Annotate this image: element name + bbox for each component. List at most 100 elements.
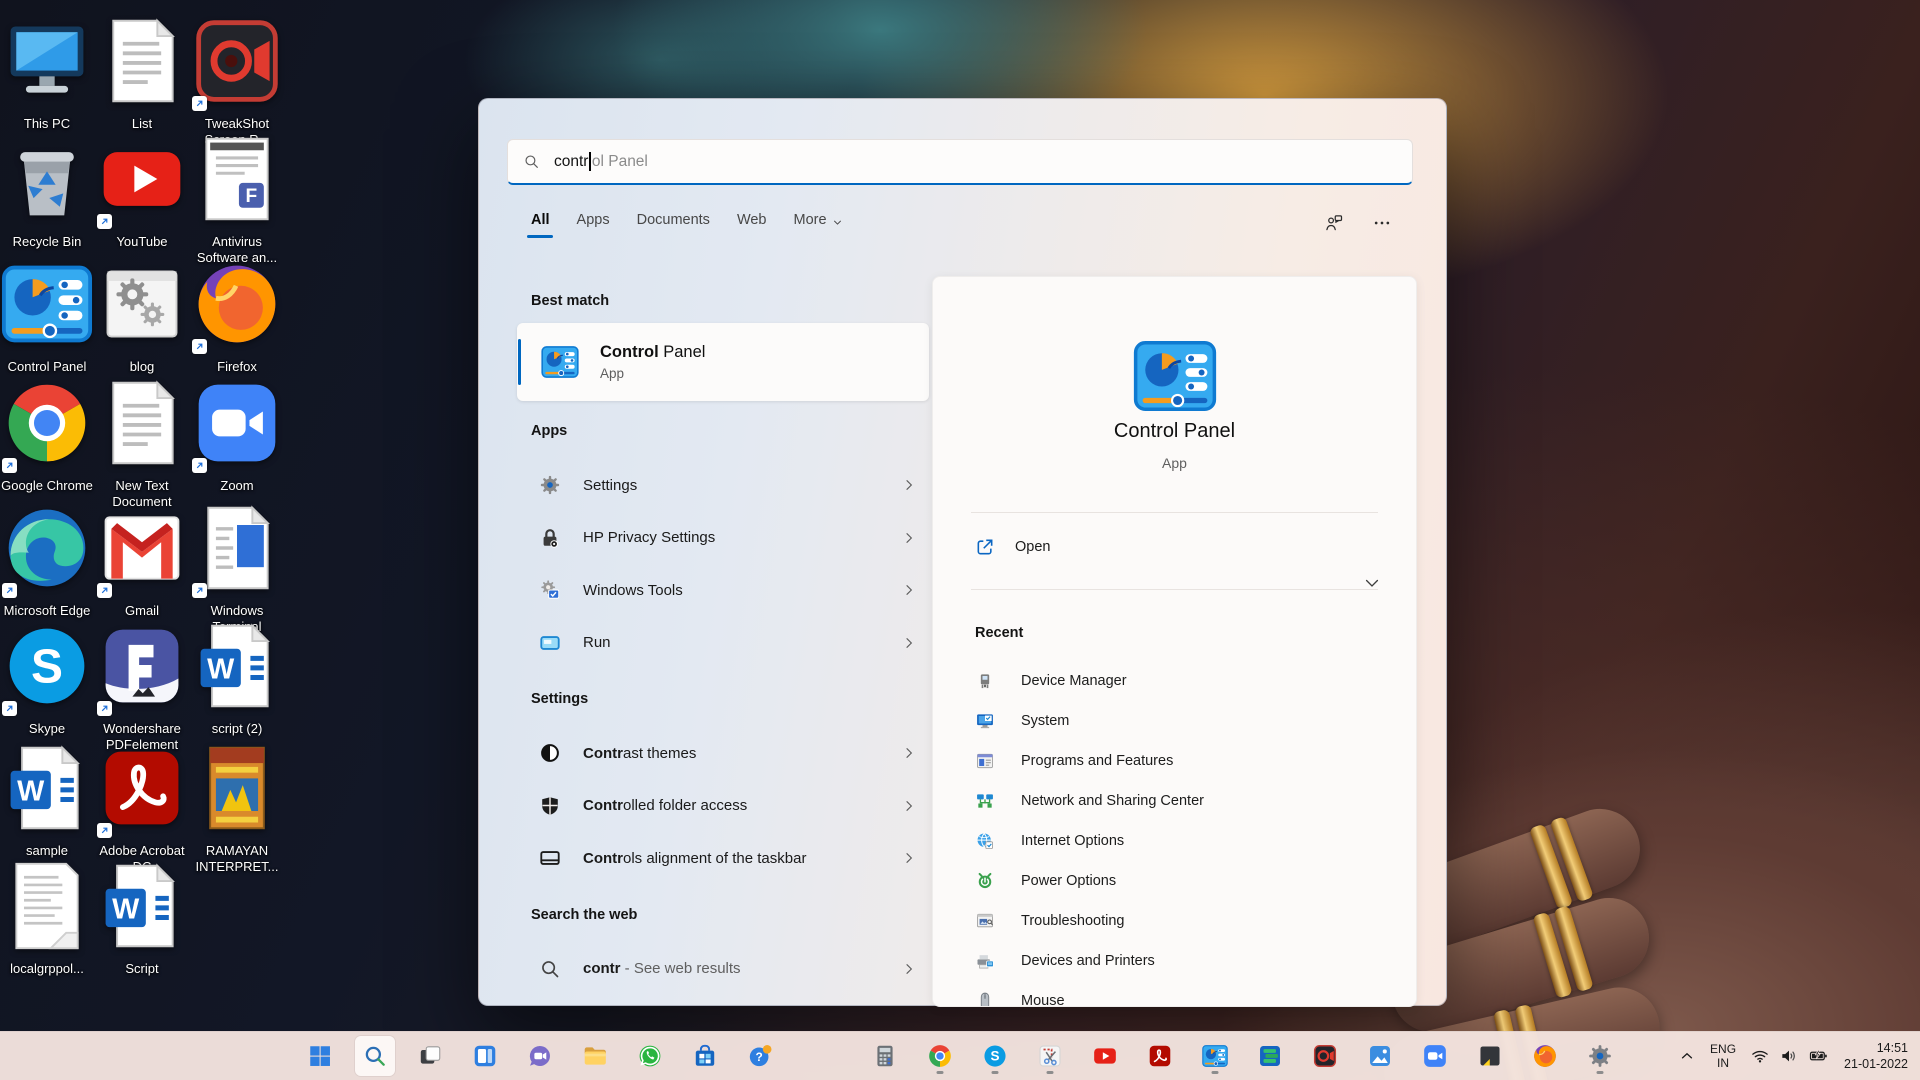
desktop-icon-youtube[interactable]: YouTube [96, 133, 188, 250]
mouse-icon [975, 991, 995, 1006]
desktop-icon-firefox[interactable]: Firefox [191, 258, 283, 375]
result-controlled-folder-access[interactable]: Controlled folder access [517, 780, 929, 833]
recent-item-programs-and-features[interactable]: Programs and Features [933, 741, 1416, 781]
taskbar-chrome-button[interactable] [920, 1036, 960, 1076]
desktop-icon-gears-window[interactable]: blog [96, 258, 188, 375]
chevron-right-icon [901, 745, 917, 761]
taskbar-whatsapp-button[interactable] [630, 1036, 670, 1076]
desktop-icon-chrome[interactable]: Google Chrome [1, 377, 93, 494]
shield-icon [539, 795, 561, 817]
language-indicator[interactable]: ENG IN [1708, 1042, 1738, 1070]
this-pc-icon [1, 26, 93, 111]
taskbar-snipping-tool-button[interactable] [1030, 1036, 1070, 1076]
result-controls-alignment-of-the-taskbar[interactable]: Controls alignment of the taskbar [517, 832, 929, 885]
system-tray-icons[interactable] [1750, 1046, 1828, 1066]
desktop-icon-this-pc[interactable]: This PC [1, 15, 93, 132]
result-run[interactable]: Run [517, 617, 929, 670]
desktop-icon-label: Control Panel [7, 359, 87, 374]
shortcut-arrow-icon [97, 701, 112, 716]
taskbar-start-button[interactable] [300, 1036, 340, 1076]
result-settings[interactable]: Settings [517, 459, 929, 512]
taskbar-skype-button[interactable]: S [975, 1036, 1015, 1076]
chevron-down-icon[interactable] [1362, 573, 1382, 593]
recent-item-system[interactable]: System [933, 701, 1416, 741]
desktop-icon-doc[interactable]: New Text Document [96, 377, 188, 510]
calculator-icon [872, 1043, 898, 1069]
taskbar-task-view-button[interactable] [410, 1036, 450, 1076]
desktop-icon-doc[interactable]: List [96, 15, 188, 132]
desktop-icon-edge[interactable]: Microsoft Edge [1, 502, 93, 619]
more-options-icon[interactable] [1372, 213, 1392, 233]
taskbar-tweakshot-button[interactable] [1305, 1036, 1345, 1076]
desktop-icon-control-panel[interactable]: Control Panel [1, 258, 93, 375]
desktop-icon-recycle-bin[interactable]: Recycle Bin [1, 133, 93, 250]
search-query-suggestion: ol Panel [591, 152, 648, 170]
taskbar-acrobat-button[interactable] [1140, 1036, 1180, 1076]
section-header: Settings [531, 691, 589, 707]
tab-web[interactable]: Web [737, 212, 767, 238]
recent-item-devices-and-printers[interactable]: Devices and Printers [933, 941, 1416, 981]
volume-icon[interactable] [1779, 1046, 1799, 1066]
desktop-icon-skype[interactable]: S Skype [1, 620, 93, 737]
result-contr-see-web-results[interactable]: contr - See web results [517, 943, 929, 996]
recent-item-mouse[interactable]: Mouse [933, 981, 1416, 1006]
desktop-icon-terminal[interactable]: Windows Terminal [191, 502, 283, 635]
result-contrast-themes[interactable]: Contrast themes [517, 727, 929, 780]
txtfile-icon [1, 862, 93, 956]
tab-all[interactable]: All [531, 212, 550, 238]
recent-item-troubleshooting[interactable]: Troubleshooting [933, 901, 1416, 941]
taskbar-chat-button[interactable] [520, 1036, 560, 1076]
desktop-icon-label: sample [26, 843, 68, 858]
recent-item-device-manager[interactable]: Device Manager [933, 661, 1416, 701]
shortcut-arrow-icon [2, 458, 17, 473]
desktop-icon-zoom[interactable]: Zoom [191, 377, 283, 494]
taskbar-youtube-button[interactable] [1085, 1036, 1125, 1076]
search-input[interactable]: contr ol Panel [507, 139, 1413, 185]
result-windows-tools[interactable]: Windows Tools [517, 564, 929, 617]
svg-text:S: S [990, 1049, 999, 1064]
wifi-icon[interactable] [1750, 1046, 1770, 1066]
settings-gear-icon [539, 474, 561, 496]
taskbar-sticky-notes-button[interactable] [1470, 1036, 1510, 1076]
taskbar-file-explorer-button[interactable] [575, 1036, 615, 1076]
desktop-icon-txtfile[interactable]: localgrppol... [1, 860, 93, 977]
taskbar-settings-button[interactable] [1580, 1036, 1620, 1076]
taskbar-get-help-button[interactable]: ? [740, 1036, 780, 1076]
taskbar-store-button[interactable] [685, 1036, 725, 1076]
desktop-icon-worddoc[interactable]: Wsample [1, 742, 93, 859]
recent-header: Recent [975, 625, 1024, 641]
taskbar-widgets-button[interactable] [465, 1036, 505, 1076]
desktop-icon-worddoc[interactable]: W Script [96, 860, 188, 977]
desktop-icon-ramayan[interactable]: RAMAYAN INTERPRET... [191, 742, 283, 875]
shortcut-arrow-icon [192, 458, 207, 473]
recent-item-network-and-sharing-center[interactable]: Network and Sharing Center [933, 781, 1416, 821]
battery-icon[interactable] [1808, 1046, 1828, 1066]
tab-documents[interactable]: Documents [637, 212, 710, 238]
hidden-icons-chevron[interactable] [1678, 1047, 1696, 1065]
result-hp-privacy-settings[interactable]: HP Privacy Settings [517, 512, 929, 565]
taskbar-photos-button[interactable] [1360, 1036, 1400, 1076]
clock[interactable]: 14:51 21-01-2022 [1844, 1040, 1908, 1072]
taskbar-firefox-button[interactable] [1525, 1036, 1565, 1076]
taskbar-control-panel-button[interactable] [1195, 1036, 1235, 1076]
tab-more[interactable]: More [794, 212, 843, 238]
user-feedback-icon[interactable] [1324, 213, 1344, 233]
taskbar-calculator-button[interactable] [865, 1036, 905, 1076]
taskbar-zoom-button[interactable] [1415, 1036, 1455, 1076]
recent-item-power-options[interactable]: Power Options [933, 861, 1416, 901]
desktop-icon-tweakshot[interactable]: TweakShot Screen R... [191, 15, 283, 148]
chevron-right-icon [901, 961, 917, 977]
desktop-icon-worddoc[interactable]: Wscript (2) [191, 620, 283, 737]
tweakshot-icon [191, 20, 283, 111]
desktop-icon-pdfelement[interactable]: Wondershare PDFelement [96, 620, 188, 753]
desktop-icon-webpage[interactable]: F Antivirus Software an... [191, 133, 283, 266]
tab-apps[interactable]: Apps [577, 212, 610, 238]
open-button[interactable]: Open [933, 527, 1416, 567]
taskbar-search-button[interactable] [355, 1036, 395, 1076]
desktop-icon-acrobat[interactable]: Adobe Acrobat DC [96, 742, 188, 875]
best-match-result[interactable]: Control Panel App [517, 323, 929, 401]
system-icon [975, 711, 995, 731]
taskbar-notes-green-button[interactable] [1250, 1036, 1290, 1076]
desktop-icon-gmail[interactable]: Gmail [96, 502, 188, 619]
recent-item-internet-options[interactable]: Internet Options [933, 821, 1416, 861]
